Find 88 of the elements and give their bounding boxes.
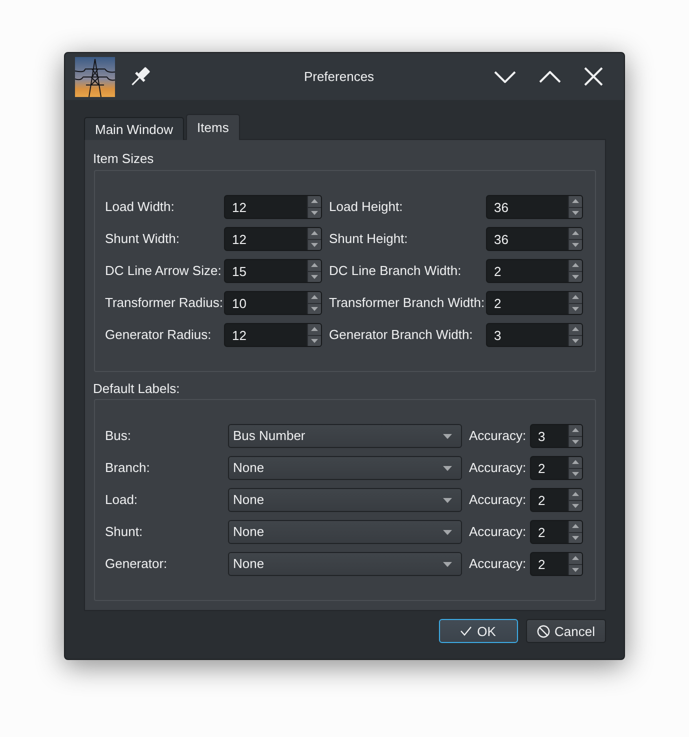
tab[interactable]: Items [186, 114, 240, 140]
caret-icon [443, 530, 452, 534]
spin-box[interactable]: 10 [224, 291, 322, 315]
spin-box[interactable]: 2 [486, 259, 583, 283]
down-triangle-icon [572, 242, 579, 247]
dropdown[interactable]: None [228, 456, 462, 480]
down-triangle-icon [311, 242, 318, 247]
spin-box[interactable]: 15 [224, 259, 322, 283]
up-triangle-icon [311, 327, 318, 332]
up-triangle-icon [311, 263, 318, 268]
up-triangle-icon [572, 199, 579, 204]
spin-box[interactable]: 12 [224, 323, 322, 347]
field-label: Shunt Width: [105, 231, 180, 247]
dropdown[interactable]: Bus Number [228, 424, 462, 448]
field-label: DC Line Arrow Size: [105, 263, 222, 279]
field-label: Accuracy: [468, 492, 528, 508]
spin-box[interactable]: 36 [486, 227, 583, 251]
up-triangle-icon [311, 295, 318, 300]
spin-box[interactable]: 2 [530, 456, 583, 480]
caret-icon [443, 466, 452, 470]
cancel-button[interactable]: Cancel [526, 619, 606, 643]
chevron-down-icon[interactable] [494, 70, 516, 82]
ok-button[interactable]: OK [438, 619, 518, 643]
down-triangle-icon [572, 338, 579, 343]
spin-box[interactable]: 2 [530, 552, 583, 576]
field-label: Load: [105, 492, 139, 508]
check-icon [460, 626, 472, 636]
down-triangle-icon [572, 306, 579, 311]
tab[interactable]: Main Window [84, 117, 184, 140]
spin-box[interactable]: 36 [486, 195, 583, 219]
up-triangle-icon [572, 492, 579, 496]
dropdown[interactable]: None [228, 520, 462, 544]
spin-box[interactable]: 12 [224, 195, 322, 219]
field-label: Transformer Branch Width: [328, 295, 486, 311]
up-triangle-icon [572, 263, 579, 268]
up-triangle-icon [572, 556, 579, 560]
field-label: Generator: [105, 556, 168, 572]
down-triangle-icon [572, 472, 579, 476]
up-triangle-icon [572, 327, 579, 332]
down-triangle-icon [572, 210, 579, 215]
field-label: Accuracy: [468, 428, 528, 444]
spin-box[interactable]: 2 [530, 488, 583, 512]
spin-box[interactable]: 2 [530, 520, 583, 544]
down-triangle-icon [311, 210, 318, 215]
field-label: Accuracy: [468, 524, 528, 540]
down-triangle-icon [311, 338, 318, 343]
up-triangle-icon [572, 295, 579, 300]
field-label: Generator Branch Width: [328, 327, 474, 343]
spin-box[interactable]: 12 [224, 227, 322, 251]
field-label: Bus: [105, 428, 132, 444]
up-triangle-icon [572, 524, 579, 528]
cancel-icon [536, 624, 550, 638]
up-triangle-icon [572, 428, 579, 432]
caret-icon [443, 562, 452, 566]
field-label: Generator Radius: [105, 327, 212, 343]
field-label: Accuracy: [468, 556, 528, 572]
close-icon[interactable] [584, 67, 603, 86]
field-label: DC Line Branch Width: [328, 263, 462, 279]
spin-box[interactable]: 2 [486, 291, 583, 315]
up-triangle-icon [311, 231, 318, 236]
caret-icon [443, 498, 452, 502]
down-triangle-icon [572, 274, 579, 279]
caret-icon [443, 434, 452, 438]
down-triangle-icon [572, 536, 579, 540]
group-title: Item Sizes [93, 151, 154, 167]
up-triangle-icon [572, 231, 579, 236]
up-triangle-icon [572, 460, 579, 464]
dropdown[interactable]: None [228, 488, 462, 512]
down-triangle-icon [572, 568, 579, 572]
down-triangle-icon [311, 306, 318, 311]
field-label: Load Width: [105, 199, 176, 215]
chevron-up-icon[interactable] [539, 70, 561, 82]
down-triangle-icon [311, 274, 318, 279]
field-label: Shunt Height: [328, 231, 409, 247]
down-triangle-icon [572, 440, 579, 444]
group-title: Default Labels: [93, 381, 180, 397]
dropdown[interactable]: None [228, 552, 462, 576]
spin-box[interactable]: 3 [530, 424, 583, 448]
field-label: Shunt: [105, 524, 144, 540]
spin-box[interactable]: 3 [486, 323, 583, 347]
down-triangle-icon [572, 504, 579, 508]
field-label: Transformer Radius: [105, 295, 224, 311]
field-label: Load Height: [328, 199, 404, 215]
up-triangle-icon [311, 199, 318, 204]
window-title: Preferences [304, 69, 374, 84]
field-label: Accuracy: [468, 460, 528, 476]
field-label: Branch: [105, 460, 151, 476]
pylon-icon [75, 56, 115, 96]
